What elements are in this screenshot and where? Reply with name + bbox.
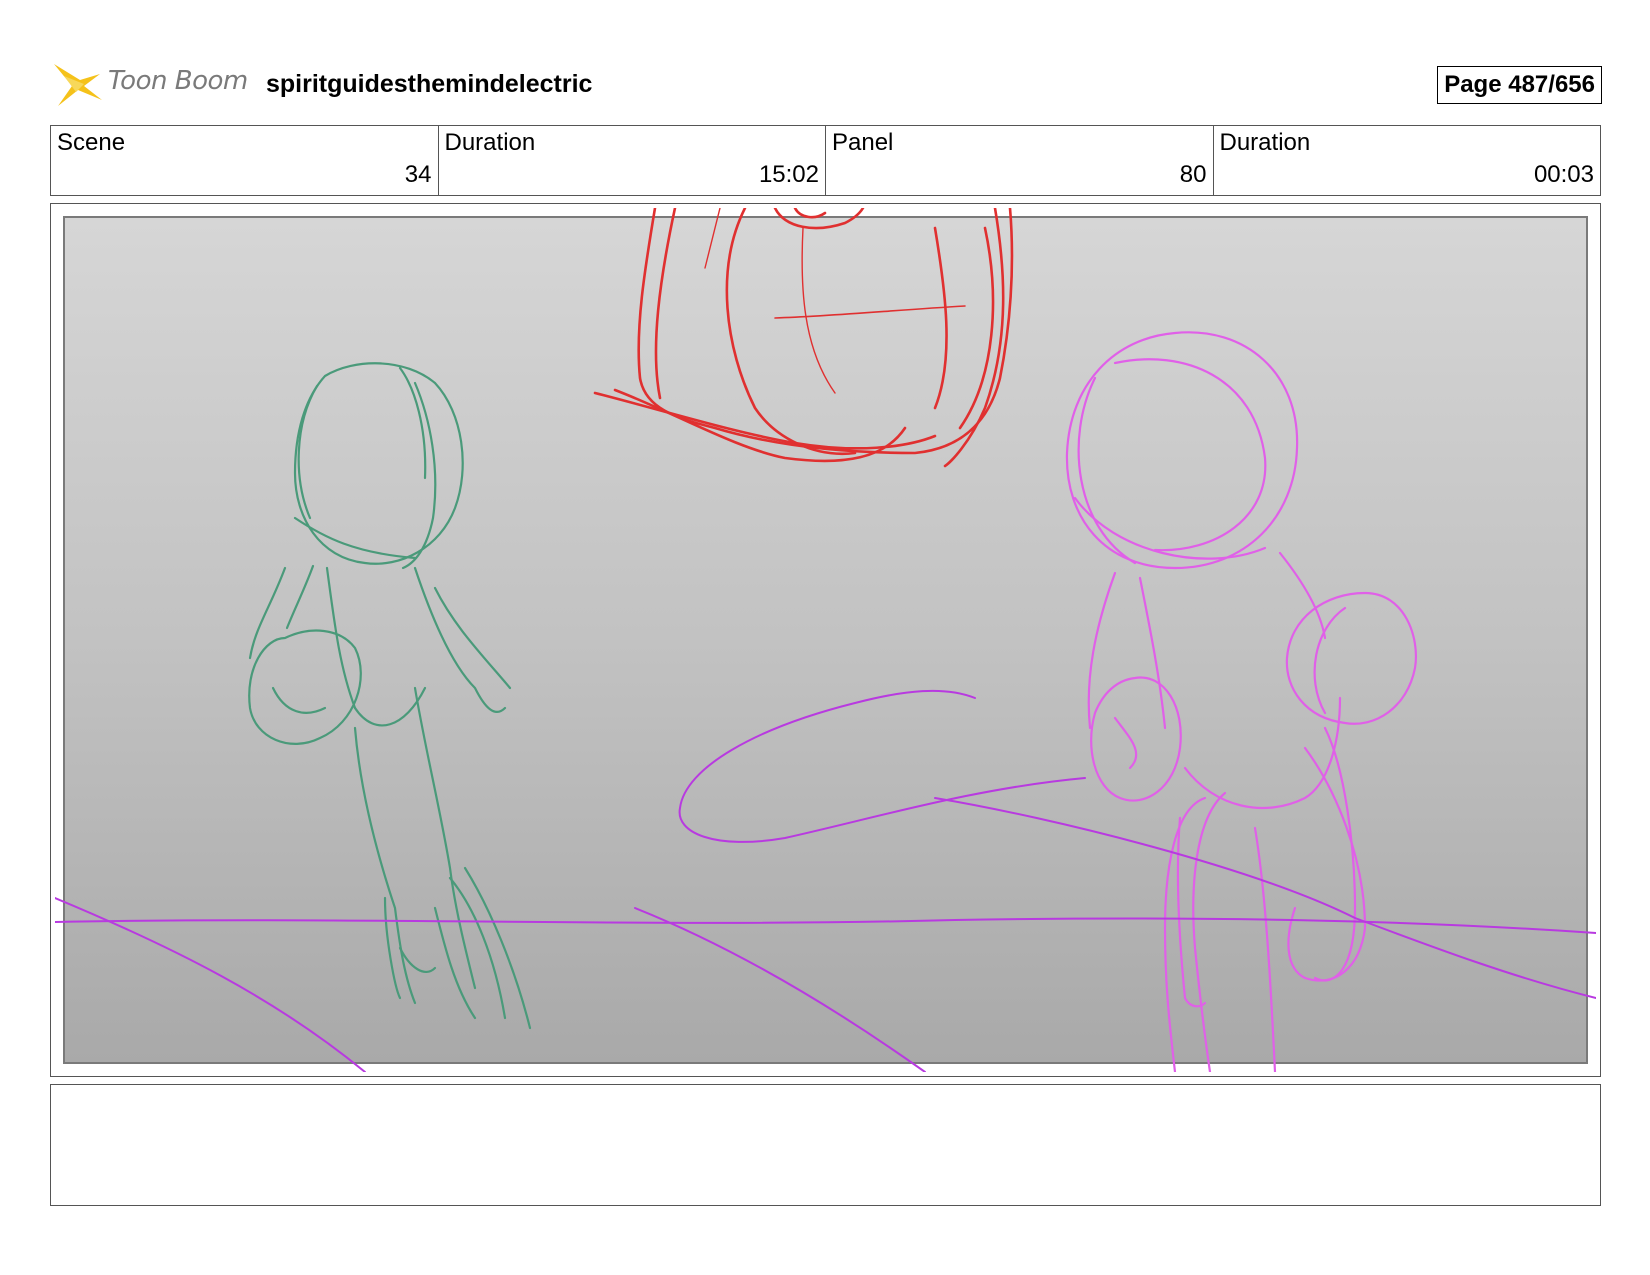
- panel-cell: Panel 80: [826, 126, 1214, 195]
- red-figure-sketch: [593, 208, 1014, 468]
- scene-label: Scene: [57, 129, 126, 156]
- purple-ground-lines: [55, 689, 1596, 1072]
- panel-notes: [50, 1084, 1601, 1206]
- page-number: Page 487/656: [1437, 66, 1602, 104]
- panel-label: Panel: [832, 129, 894, 156]
- project-title: spiritguidesthemindelectric: [266, 70, 593, 98]
- panel-duration-value: 00:03: [1533, 161, 1594, 188]
- logo-text: Toon Boom: [108, 66, 248, 96]
- scene-duration-cell: Duration 15:02: [439, 126, 826, 195]
- scene-cell: Scene 34: [51, 126, 439, 195]
- green-figure-sketch: [248, 362, 532, 1030]
- storyboard-panel: [50, 203, 1601, 1077]
- panel-value: 80: [1179, 161, 1207, 188]
- page-header: Toon Boom spiritguidesthemindelectric Pa…: [50, 56, 1602, 112]
- toon-boom-logo: Toon Boom: [50, 56, 250, 112]
- scene-duration-value: 15:02: [758, 161, 819, 188]
- scene-value: 34: [404, 161, 432, 188]
- scene-duration-label: Duration: [444, 129, 536, 156]
- panel-sketch: [55, 208, 1596, 1072]
- magenta-figure-sketch: [1065, 331, 1417, 1072]
- panel-duration-label: Duration: [1219, 129, 1311, 156]
- panel-info-table: Scene 34 Duration 15:02 Panel 80 Duratio…: [50, 125, 1601, 196]
- starburst-icon: [54, 64, 102, 106]
- panel-duration-cell: Duration 00:03: [1214, 126, 1601, 195]
